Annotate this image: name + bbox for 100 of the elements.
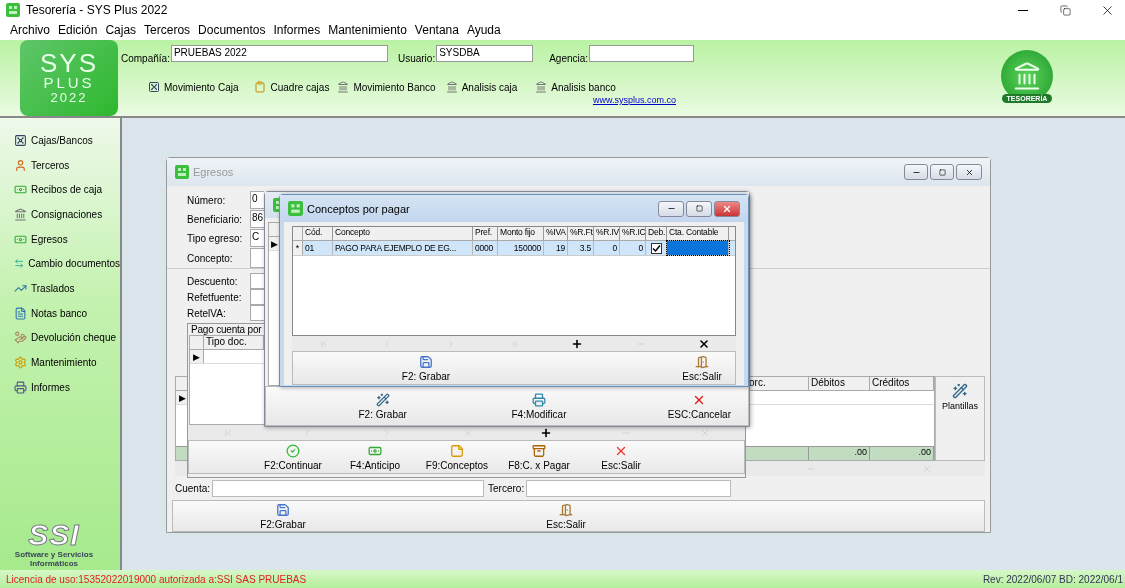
toolbar-link[interactable]: Analisis caja (445, 81, 518, 93)
sidebar-item[interactable]: Cajas/Bancos (14, 128, 120, 153)
license-text: Licencia de uso:15352022019000 autorizada a:SSI SAS PRUEBAS (6, 573, 307, 585)
column-header: Monto fijo (498, 227, 544, 240)
input-field[interactable] (589, 45, 695, 62)
total-cell: .00 (809, 447, 870, 460)
menu-item[interactable]: Cajas (101, 23, 141, 37)
table-cell[interactable] (667, 241, 729, 255)
templates-button[interactable]: Plantillas (935, 376, 985, 461)
menu-item[interactable]: Mantenimiento (324, 23, 411, 37)
input-field[interactable]: 0 (250, 191, 264, 209)
window-title: Conceptos por pagar (307, 202, 410, 215)
sidebar-item[interactable]: Cambio documentos (14, 251, 120, 277)
safe-icon (14, 133, 27, 147)
website-link[interactable]: www.sysplus.com.co (593, 95, 677, 105)
toolbar-button[interactable]: F2:Grabar (233, 502, 333, 530)
menu-item[interactable]: Terceros (140, 23, 195, 37)
sidebar-item[interactable]: Recibos de caja (14, 177, 120, 203)
window-title: Tesorería - SYS Plus 2022 (26, 3, 169, 17)
toolbar-link[interactable]: Movimiento Caja (148, 81, 239, 93)
field-label: RetelVA: (187, 307, 227, 319)
input-field[interactable]: PRUEBAS 2022 (170, 45, 388, 62)
menu-item[interactable]: Documentos (194, 23, 270, 37)
close-button[interactable] (714, 200, 740, 217)
note-icon (450, 443, 464, 458)
input-field[interactable] (250, 289, 264, 305)
toolbar-button[interactable]: Esc:Salir (516, 502, 616, 530)
input-field[interactable] (212, 479, 485, 497)
input-field[interactable]: C (250, 229, 264, 247)
toolbar-button[interactable]: F4:Modificar (490, 392, 588, 420)
toolbar-button[interactable]: Esc:Salir (669, 354, 735, 382)
menu-item[interactable]: Edición (54, 23, 102, 37)
company-caption: Software y Servicios Informáticos (13, 550, 95, 568)
menu-item[interactable]: Ayuda (462, 23, 505, 37)
column-header: Concepto (333, 227, 473, 240)
toolbar-link[interactable]: Analisis banco (535, 81, 616, 93)
toolbar-button[interactable]: F2: Grabar (393, 354, 459, 382)
company-logo: SSI (28, 520, 80, 550)
toolbar-link[interactable]: Cuadre cajas (254, 81, 330, 93)
minimize-button[interactable] (904, 164, 928, 180)
printer-icon (14, 380, 27, 394)
restore-button[interactable] (686, 200, 712, 217)
restore-icon (695, 205, 703, 212)
toolbar-button[interactable]: F2: Grabar (334, 392, 432, 420)
sidebar-item[interactable]: Traslados (14, 276, 120, 301)
input-field[interactable] (250, 273, 264, 289)
column-header: Cód. (303, 227, 333, 240)
toolbar-button[interactable]: F8:C. x Pagar (499, 443, 579, 471)
toolbar-button[interactable]: F9:Conceptos (417, 443, 497, 471)
restore-button[interactable] (930, 164, 954, 180)
field-label: Tipo egreso: (187, 232, 244, 244)
field-label: Compañía: (121, 53, 170, 64)
window-title: Egresos (193, 166, 234, 178)
toolbar-link[interactable]: Movimiento Banco (337, 81, 436, 93)
column-header: %IVA (544, 227, 568, 240)
menu-item[interactable]: Informes (269, 23, 325, 37)
check-icon (286, 443, 300, 458)
input-field[interactable]: SYSDBA (436, 45, 534, 62)
sidebar-item[interactable]: Egresos (14, 226, 120, 252)
sidebar-item[interactable]: Consignaciones (14, 202, 120, 227)
sidebar-item[interactable]: Informes (14, 374, 120, 400)
printer-icon (532, 392, 546, 407)
toolbar-button[interactable]: F2:Continuar (253, 443, 333, 471)
toolbar-button[interactable]: F4:Anticipo (335, 443, 415, 471)
table-cell: 0 (620, 241, 646, 255)
wand-icon (952, 383, 968, 399)
field-label: Agencia: (549, 53, 589, 64)
close-button[interactable] (956, 164, 982, 180)
sidebar-item[interactable]: Mantenimiento (14, 350, 120, 375)
minimize-button[interactable] (658, 200, 684, 217)
input-field[interactable] (526, 479, 732, 497)
sidebar-item[interactable]: Terceros (14, 152, 120, 178)
field-label: Concepto: (187, 252, 234, 264)
table-row[interactable]: * 01 PAGO PARA EJEMPLO DE EG... 0000 150000 19 3.5 0 0 (293, 241, 735, 256)
input-field[interactable]: 86 (250, 210, 264, 228)
hand-icon (14, 331, 27, 345)
toolbar-button[interactable]: Esc:Salir (581, 443, 661, 471)
table-cell: 19 (544, 241, 568, 255)
field-label: Cuenta: (175, 482, 211, 494)
toolbar-button[interactable]: ESC:Cancelar (650, 392, 748, 420)
bank-icon (445, 81, 458, 93)
sidebar-item[interactable]: Devolución cheque (14, 325, 120, 351)
field-label: Descuento: (187, 275, 239, 287)
group-label: Pago cuenta por (191, 324, 262, 335)
input-field[interactable] (250, 305, 264, 321)
field-label: Beneficiario: (187, 213, 244, 225)
checkbox[interactable] (650, 242, 662, 254)
menu-item[interactable]: Archivo (6, 23, 54, 37)
save-icon (419, 354, 433, 369)
restore-icon (1059, 4, 1071, 16)
field-label: Tercero: (488, 482, 525, 494)
table-cell: 3.5 (568, 241, 594, 255)
bank-icon (337, 81, 350, 93)
input-field[interactable] (250, 248, 264, 268)
column-header: Pref. (473, 227, 498, 240)
menu-item[interactable]: Ventana (410, 23, 463, 37)
app-icon (6, 3, 20, 17)
sidebar-item[interactable]: Notas banco (14, 300, 120, 326)
row-indicator: * (293, 241, 303, 255)
gear-icon (14, 356, 27, 370)
